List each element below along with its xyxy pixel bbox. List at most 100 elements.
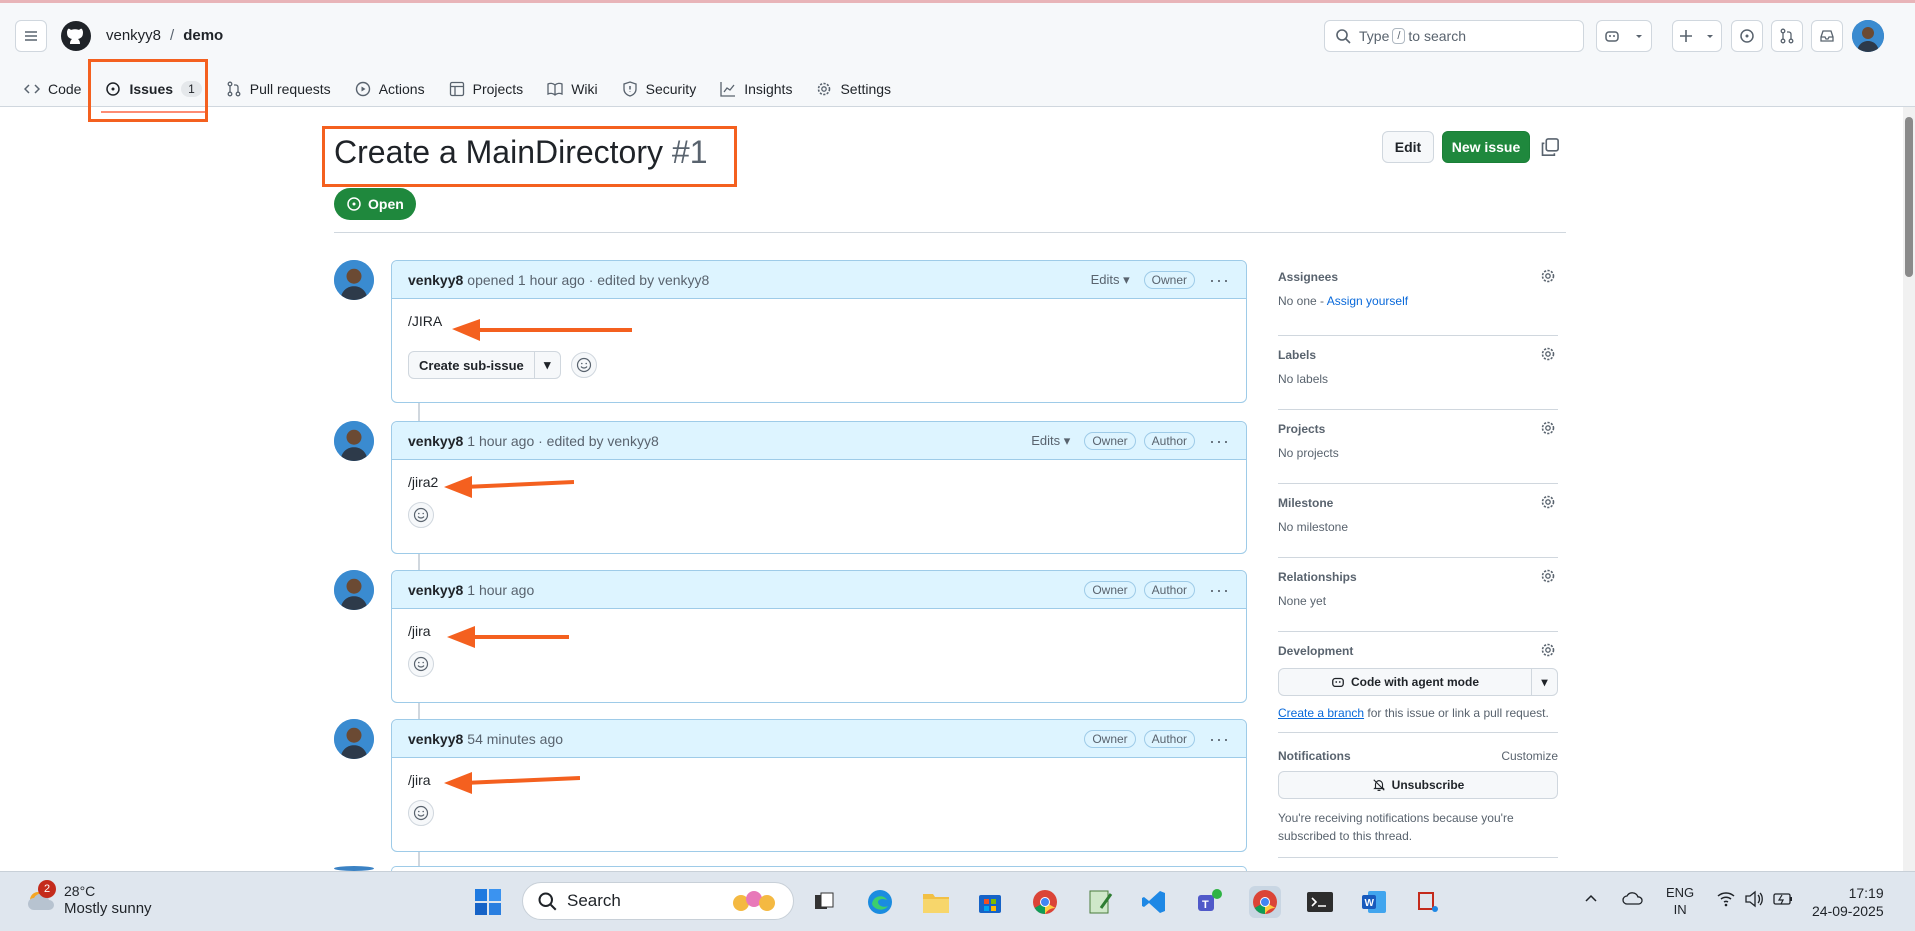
kebab-menu-icon[interactable]: ···	[1209, 432, 1230, 450]
comment-author[interactable]: venkyy8	[408, 433, 463, 449]
menu-button[interactable]	[15, 20, 47, 52]
onedrive-icon[interactable]	[1622, 890, 1644, 906]
add-reaction-button[interactable]	[408, 800, 434, 826]
tab-code[interactable]: Code	[12, 72, 93, 106]
chrome-icon[interactable]	[1029, 886, 1061, 918]
section-title: Labels	[1278, 348, 1317, 362]
add-reaction-button[interactable]	[570, 352, 597, 378]
inbox-button[interactable]	[1811, 20, 1843, 52]
add-reaction-button[interactable]	[408, 502, 434, 528]
assign-yourself-link[interactable]: Assign yourself	[1327, 294, 1408, 308]
tab-pull-requests[interactable]: Pull requests	[214, 72, 343, 106]
kebab-menu-icon[interactable]: ···	[1209, 730, 1230, 748]
create-sub-issue-label: Create sub-issue	[419, 357, 524, 373]
gear-icon[interactable]	[1540, 642, 1556, 658]
notepad-icon[interactable]	[1084, 886, 1116, 918]
smiley-icon	[576, 357, 591, 373]
unsubscribe-label: Unsubscribe	[1391, 778, 1465, 792]
shield-icon	[622, 81, 637, 97]
weather-condition: Mostly sunny	[64, 900, 152, 917]
chrome-active-icon[interactable]	[1249, 886, 1281, 918]
avatar[interactable]	[334, 719, 374, 759]
user-avatar[interactable]	[1852, 20, 1884, 52]
new-issue-button[interactable]: New issue	[1442, 131, 1530, 163]
add-reaction-button[interactable]	[408, 651, 434, 677]
comment-author[interactable]: venkyy8	[408, 272, 463, 288]
tab-projects[interactable]: Projects	[437, 72, 536, 106]
page-scrollbar[interactable]	[1903, 107, 1915, 871]
search-placeholder: Type	[1359, 28, 1390, 44]
gear-icon[interactable]	[1540, 568, 1556, 584]
owner-link[interactable]: venkyy8	[106, 27, 161, 44]
tab-label: Projects	[472, 81, 524, 97]
chevron-up-icon[interactable]	[1584, 892, 1598, 906]
chevron-down-icon[interactable]: ▾	[1531, 669, 1557, 695]
gear-icon[interactable]	[1540, 494, 1556, 510]
pull-requests-shortcut-button[interactable]	[1771, 20, 1803, 52]
language-indicator[interactable]: ENG IN	[1666, 884, 1694, 918]
search-slash-key: /	[1392, 28, 1406, 44]
tab-settings[interactable]: Settings	[804, 72, 903, 106]
gear-icon[interactable]	[1540, 420, 1556, 436]
battery-icon[interactable]	[1772, 890, 1794, 908]
gear-icon[interactable]	[1540, 268, 1556, 284]
tab-insights[interactable]: Insights	[708, 72, 804, 106]
author-badge: Author	[1143, 729, 1196, 748]
microsoft-store-icon[interactable]	[974, 886, 1006, 918]
status-label: Open	[368, 196, 404, 212]
code-with-agent-button[interactable]: Code with agent mode ▾	[1278, 668, 1558, 696]
owner-badge: Owner	[1084, 729, 1136, 748]
comment-author[interactable]: venkyy8	[408, 582, 463, 598]
clock[interactable]: 17:19 24-09-2025	[1812, 884, 1884, 920]
owner-badge: Owner	[1143, 270, 1196, 289]
issues-shortcut-button[interactable]	[1731, 20, 1763, 52]
avatar[interactable]	[334, 421, 374, 461]
tab-security[interactable]: Security	[610, 72, 709, 106]
tab-actions[interactable]: Actions	[343, 72, 437, 106]
notifications-section: Notifications Customize Unsubscribe You'…	[1278, 733, 1558, 858]
weather-widget[interactable]: 2 28°C Mostly sunny	[24, 880, 152, 918]
taskbar-search[interactable]: Search	[522, 882, 794, 920]
github-logo-icon[interactable]	[60, 20, 92, 52]
unsubscribe-button[interactable]: Unsubscribe	[1278, 771, 1558, 799]
tab-wiki[interactable]: Wiki	[535, 72, 609, 106]
snipping-tool-icon[interactable]	[1412, 886, 1444, 918]
avatar[interactable]	[334, 570, 374, 610]
comment-author[interactable]: venkyy8	[408, 731, 463, 747]
customize-link[interactable]: Customize	[1501, 749, 1558, 763]
create-new-button[interactable]	[1672, 20, 1722, 52]
volume-icon[interactable]	[1744, 890, 1764, 908]
book-icon	[547, 82, 563, 96]
copy-icon[interactable]	[1540, 137, 1560, 157]
comment-header: venkyy8 54 minutes ago Owner Author ···	[392, 720, 1246, 758]
milestone-value: No milestone	[1278, 520, 1349, 534]
chevron-down-icon[interactable]: ▾	[533, 352, 560, 378]
file-explorer-icon[interactable]	[920, 886, 952, 918]
comment-meta: opened 1 hour ago · edited by venkyy8	[467, 271, 710, 288]
vscode-icon[interactable]	[1138, 886, 1170, 918]
issue-opened-icon	[1740, 29, 1754, 43]
kebab-menu-icon[interactable]: ···	[1209, 271, 1230, 289]
terminal-icon[interactable]	[1304, 886, 1336, 918]
copilot-button[interactable]	[1596, 20, 1652, 52]
create-branch-link[interactable]: Create a branch	[1278, 706, 1364, 720]
labels-value: No labels	[1278, 372, 1329, 386]
search-input[interactable]: Type / to search	[1324, 20, 1584, 52]
word-icon[interactable]: W	[1358, 886, 1390, 918]
task-view-icon[interactable]	[808, 886, 840, 918]
wifi-icon[interactable]	[1716, 890, 1736, 908]
create-sub-issue-button[interactable]: Create sub-issue ▾	[408, 351, 561, 379]
scrollbar-thumb[interactable]	[1905, 117, 1913, 277]
gear-icon[interactable]	[1540, 346, 1556, 362]
repo-link[interactable]: demo	[183, 27, 223, 44]
avatar[interactable]	[334, 260, 374, 300]
kebab-menu-icon[interactable]: ···	[1209, 581, 1230, 599]
edge-browser-icon[interactable]	[864, 886, 896, 918]
teams-icon[interactable]: T	[1193, 886, 1225, 918]
edits-dropdown[interactable]: Edits ▾	[1091, 272, 1130, 288]
edit-button[interactable]: Edit	[1382, 131, 1434, 163]
status-badge: Open	[334, 188, 416, 220]
avatar-image	[334, 719, 374, 759]
start-button[interactable]	[472, 886, 504, 918]
edits-dropdown[interactable]: Edits ▾	[1031, 433, 1070, 449]
